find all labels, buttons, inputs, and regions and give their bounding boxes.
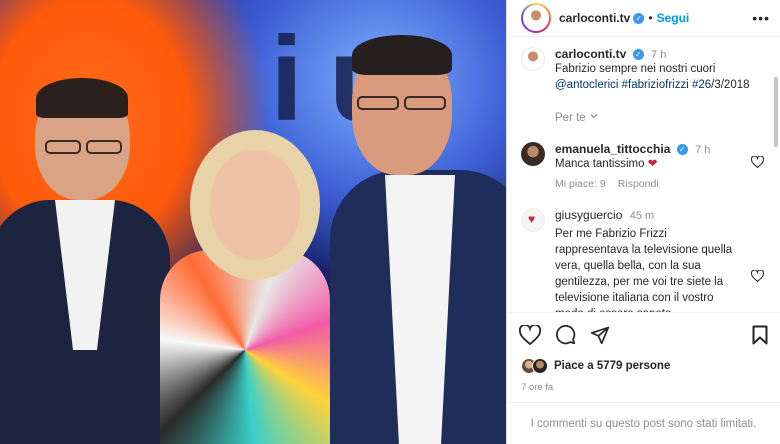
chevron-down-icon xyxy=(589,111,599,124)
author-avatar-ring[interactable] xyxy=(521,3,551,33)
post-header: carloconti.tv ✓ • Segui ••• xyxy=(507,0,780,37)
more-options-icon[interactable]: ••• xyxy=(752,10,770,26)
comment-time: 45 m xyxy=(629,210,655,222)
separator-dot: • xyxy=(648,11,653,25)
scrollbar[interactable] xyxy=(774,77,778,147)
comment-like-heart-icon[interactable] xyxy=(750,269,765,285)
author-username[interactable]: carloconti.tv xyxy=(559,11,630,25)
save-bookmark-icon[interactable] xyxy=(752,325,768,345)
per-te-toggle[interactable]: Per te xyxy=(555,111,766,124)
post-photo[interactable]: i u xyxy=(0,0,506,444)
photo-hair xyxy=(36,78,128,118)
photo-glasses xyxy=(357,96,399,110)
post-timestamp: 7 ore fa xyxy=(521,382,554,393)
comment-text-body: Manca tantissimo xyxy=(555,158,645,170)
red-heart-emoji-icon: ❤ xyxy=(647,158,658,170)
comment-author-username[interactable]: emanuela_tittocchia xyxy=(555,142,670,156)
likes-summary[interactable]: Piace a 5779 persone xyxy=(507,356,780,376)
comments-section[interactable]: carloconti.tv ✓ 7 h Fabrizio sempre nei … xyxy=(507,37,780,312)
verified-badge-icon: ✓ xyxy=(633,12,645,24)
caption: carloconti.tv ✓ 7 h Fabrizio sempre nei … xyxy=(521,47,766,93)
verified-badge-icon: ✓ xyxy=(632,49,644,61)
liker-avatar xyxy=(532,358,548,374)
caption-line-2: @antoclerici #fabriziofrizzi #26/3/2018 xyxy=(555,77,750,93)
caption-author-username[interactable]: carloconti.tv xyxy=(555,47,626,61)
comment-text: Manca tantissimo ❤ xyxy=(555,156,766,172)
photo-glasses xyxy=(86,140,122,154)
photo-glasses xyxy=(404,96,446,110)
follow-button[interactable]: Segui xyxy=(657,11,690,25)
caption-time: 7 h xyxy=(651,49,667,61)
comment-likes-count[interactable]: Mi piace: 9 xyxy=(555,178,606,190)
comment-actions: Mi piace: 9 Rispondi xyxy=(555,178,766,190)
likes-count[interactable]: Piace a 5779 persone xyxy=(554,360,670,372)
caption-date-suffix: /3/2018 xyxy=(711,79,750,91)
share-paper-plane-icon[interactable] xyxy=(590,325,610,345)
comment-time: 7 h xyxy=(695,144,711,156)
photo-glasses xyxy=(45,140,81,154)
caption-author-avatar[interactable] xyxy=(521,47,545,71)
mention-link[interactable]: @antoclerici xyxy=(555,79,618,91)
reply-button[interactable]: Rispondi xyxy=(618,178,659,190)
comments-limited-notice: I commenti su questo post sono stati lim… xyxy=(507,402,780,444)
comment-author-avatar[interactable] xyxy=(521,208,545,232)
hashtag-links[interactable]: #fabriziofrizzi #26 xyxy=(622,79,711,91)
liker-avatars xyxy=(521,358,548,374)
instagram-post: i u carloconti.tv ✓ • Segui ••• carlocon… xyxy=(0,0,780,444)
photo-hair xyxy=(352,35,452,75)
photo-face xyxy=(210,150,300,260)
comment-bubble-icon[interactable] xyxy=(555,324,576,345)
post-sidebar: carloconti.tv ✓ • Segui ••• carloconti.t… xyxy=(506,0,780,444)
comment-author-avatar[interactable] xyxy=(521,142,545,166)
caption-line-1: Fabrizio sempre nei nostri cuori xyxy=(555,63,716,75)
post-actions-bar xyxy=(507,312,780,356)
verified-badge-icon: ✓ xyxy=(676,144,688,156)
per-te-label: Per te xyxy=(555,111,586,124)
comment-item: emanuela_tittocchia ✓ 7 h Manca tantissi… xyxy=(521,142,766,190)
comment-author-username[interactable]: giusyguercio xyxy=(555,208,622,222)
comment-item: giusyguercio 45 m Per me Fabrizio Frizzi… xyxy=(521,208,766,312)
avatar xyxy=(523,5,549,31)
comment-like-heart-icon[interactable] xyxy=(750,155,765,171)
like-heart-icon[interactable] xyxy=(519,324,541,345)
comment-text: Per me Fabrizio Frizzi rappresentava la … xyxy=(555,228,733,312)
